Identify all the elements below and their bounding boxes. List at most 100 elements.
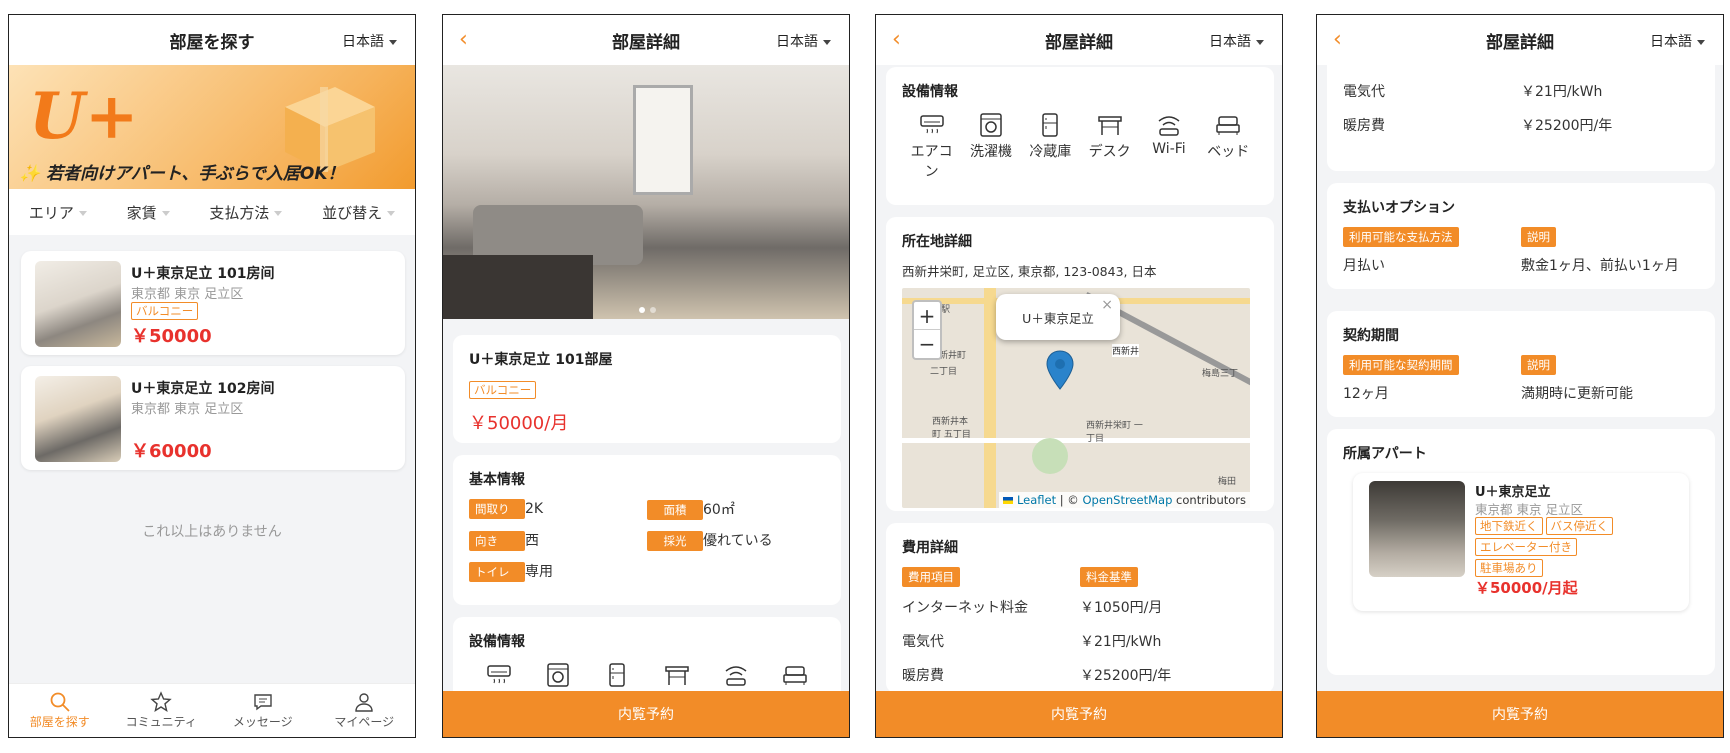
- map-label: 西新井栄町 一丁目: [1086, 421, 1143, 444]
- room-name: U＋東京足立 101部屋: [469, 352, 613, 368]
- filter-label: 並び替え: [322, 203, 383, 222]
- page-title: 部屋を探す: [169, 32, 255, 53]
- caret-down-icon: [1697, 39, 1705, 45]
- end-of-list: これ以上はありません: [142, 524, 282, 540]
- apartment-tag: エレベーター付き: [1475, 538, 1577, 556]
- room-tag: バルコニー: [469, 381, 537, 399]
- filter-sort[interactable]: 並び替え: [322, 202, 396, 223]
- payment-options-card: 支払いオプション 利用可能な支払方法 説明 月払い 敷金1ヶ月、前払い1ヶ月: [1327, 183, 1715, 289]
- filter-label: 支払方法: [209, 203, 270, 222]
- section-title: 支払いオプション: [1343, 200, 1455, 216]
- bed-icon: [1216, 116, 1241, 135]
- nav-item-search[interactable]: 部屋を探す: [9, 684, 111, 737]
- fee-value: ￥25200円/年: [1080, 668, 1172, 684]
- language-select[interactable]: 日本語: [1650, 31, 1705, 51]
- location-card: 所在地詳細 西新井栄町, 足立区, 東京都, 123-0843, 日本 西新井駅…: [886, 217, 1274, 511]
- back-button[interactable]: ‹: [892, 27, 901, 52]
- star-icon: [150, 691, 172, 712]
- phone-detail-middle: ‹ 部屋詳細 日本語 設備情報 エアコン 洗濯機 冷蔵庫 デスク Wi-Fi ベ…: [875, 14, 1283, 738]
- map-attribution: Leaflet | © OpenStreetMap contributors: [999, 492, 1250, 508]
- facility-item: [591, 661, 643, 691]
- book-viewing-button[interactable]: 内覧予約: [443, 691, 849, 737]
- listing-location: 東京都 東京 足立区: [131, 287, 244, 302]
- attribution-sep: | ©: [1056, 493, 1083, 507]
- section-title: 設備情報: [469, 634, 525, 650]
- section-title: 基本情報: [469, 472, 525, 488]
- nav-label: マイページ: [334, 715, 395, 729]
- facility-label: デスク: [1088, 144, 1131, 160]
- label-area: 面積: [647, 500, 703, 520]
- fee-value: ￥25200円/年: [1521, 118, 1613, 134]
- language-label: 日本語: [1209, 34, 1251, 50]
- section-title: 契約期間: [1343, 328, 1399, 344]
- map-label: 二丁目: [930, 367, 958, 377]
- listing-card[interactable]: U＋東京足立 101房间 東京都 東京 足立区 バルコニー ￥50000: [21, 251, 405, 355]
- ukraine-flag-icon: [1003, 497, 1014, 504]
- osm-link[interactable]: OpenStreetMap: [1082, 493, 1172, 507]
- fee-head-item: 費用項目: [902, 567, 960, 587]
- facility-item: [473, 661, 525, 691]
- wifi-icon: [1158, 116, 1180, 136]
- message-icon: [254, 694, 272, 711]
- header: ‹ 部屋詳細 日本語: [443, 15, 849, 65]
- language-select[interactable]: 日本語: [342, 31, 397, 51]
- apartment-photo: [1369, 481, 1465, 577]
- popup-close-icon[interactable]: ×: [1101, 297, 1113, 313]
- phone-search: 部屋を探す 日本語 U+ ✨ 若者向けアパート、手ぶらで入居OK！ エリア 家賃…: [8, 14, 416, 738]
- value-daylight: 優れている: [703, 533, 773, 549]
- book-viewing-button[interactable]: 内覧予約: [1317, 691, 1723, 737]
- back-button[interactable]: ‹: [459, 27, 468, 52]
- language-select[interactable]: 日本語: [776, 31, 831, 51]
- listing-photo: [35, 376, 121, 462]
- section-title: 所属アパート: [1343, 446, 1427, 462]
- banner[interactable]: U+ ✨ 若者向けアパート、手ぶらで入居OK！: [9, 65, 415, 189]
- bottom-nav: 部屋を探す コミュニティ メッセージ マイページ: [9, 683, 415, 737]
- facility-item: 冷蔵庫: [1024, 111, 1076, 161]
- map-marker-icon[interactable]: [1046, 350, 1074, 390]
- caret-down-icon: [389, 39, 397, 45]
- facility-item: ベッド: [1202, 111, 1254, 161]
- book-viewing-button[interactable]: 内覧予約: [876, 691, 1282, 737]
- room-photo-carousel[interactable]: [443, 65, 849, 319]
- filter-area[interactable]: エリア: [29, 202, 87, 223]
- fee-card: 費用詳細 費用項目 料金基準 インターネット料金 ￥1050円/月 電気代 ￥21円/…: [886, 523, 1274, 693]
- value-orientation: 西: [525, 533, 539, 549]
- filter-rent[interactable]: 家賃: [127, 202, 170, 223]
- label-daylight: 採光: [647, 531, 703, 551]
- value-area: 60㎡: [703, 502, 735, 518]
- room-photo-desk: [443, 255, 593, 319]
- nav-item-mypage[interactable]: マイページ: [314, 684, 416, 737]
- filter-payment[interactable]: 支払方法: [209, 202, 283, 223]
- facilities-card: 設備情報 エアコン 洗濯機 冷蔵庫 デスク Wi-Fi ベッド: [886, 67, 1274, 205]
- zoom-in-button[interactable]: +: [914, 302, 940, 330]
- desk-icon: [1097, 116, 1122, 135]
- language-select[interactable]: 日本語: [1209, 31, 1264, 51]
- zoom-out-button[interactable]: −: [914, 330, 940, 358]
- facility-item: [651, 661, 703, 691]
- map-label: 梅島三丁: [1202, 369, 1239, 379]
- map-popup[interactable]: U＋東京足立 ×: [996, 294, 1120, 340]
- carousel-dot: [650, 307, 656, 313]
- value-layout: 2K: [525, 501, 544, 517]
- listing-card[interactable]: U＋東京足立 102房间 東京都 東京 足立区 ￥60000: [21, 366, 405, 470]
- listing-name: U＋東京足立 101房间: [131, 266, 275, 282]
- apartment-location: 東京都 東京 足立区: [1475, 502, 1583, 517]
- fee-value: ￥21円/kWh: [1521, 84, 1603, 100]
- fee-name: 暖房費: [1343, 118, 1385, 134]
- section-title: 所在地詳細: [902, 234, 972, 250]
- apartment-item[interactable]: U＋東京足立 東京都 東京 足立区 地下鉄近く バス停近く エレベーター付き 駐…: [1353, 473, 1689, 611]
- contract-term-card: 契約期間 利用可能な契約期間 説明 12ヶ月 満期時に更新可能: [1327, 311, 1715, 417]
- label-orientation: 向き: [469, 531, 525, 551]
- nav-item-community[interactable]: コミュニティ: [111, 684, 213, 737]
- nav-item-messages[interactable]: メッセージ: [212, 684, 314, 737]
- language-label: 日本語: [776, 34, 818, 50]
- apartment-price: ￥50000/月起: [1475, 579, 1578, 597]
- back-button[interactable]: ‹: [1333, 27, 1342, 52]
- air-conditioner-icon: [919, 115, 944, 134]
- language-label: 日本語: [1650, 34, 1692, 50]
- map[interactable]: 西新井駅 西新井町 西新井本町 五丁目 西新井栄町 一丁目 梅島三丁 梅田 二丁…: [902, 288, 1250, 508]
- leaflet-link[interactable]: Leaflet: [1017, 493, 1056, 507]
- payment-desc: 敷金1ヶ月、前払い1ヶ月: [1521, 258, 1679, 274]
- fee-value: ￥21円/kWh: [1080, 634, 1162, 650]
- apartment-tag: 地下鉄近く: [1475, 517, 1543, 535]
